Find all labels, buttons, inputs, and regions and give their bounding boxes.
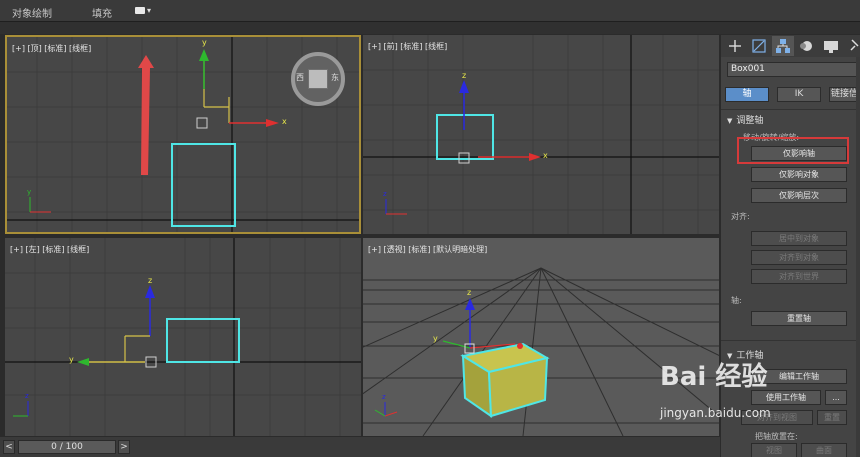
menu-object-paint[interactable]: 对象绘制: [12, 5, 52, 20]
menu-fill[interactable]: 填充: [92, 5, 112, 20]
reset-pivot-button[interactable]: 重置轴: [751, 311, 847, 326]
divider: [721, 340, 860, 341]
z-axis-label-left: z: [148, 276, 153, 285]
mini-y-label: y: [27, 188, 32, 196]
affect-object-only-button[interactable]: 仅影响对象: [751, 167, 847, 182]
x-axis-arrow: [266, 119, 279, 127]
collapse-triangle-icon: ▼: [727, 117, 733, 125]
ik-mode-button[interactable]: IK: [777, 87, 821, 102]
modify-icon[interactable]: [748, 36, 770, 56]
motion-icon[interactable]: [796, 36, 818, 56]
object-name-field[interactable]: Box001: [727, 62, 857, 77]
z-axis-label: z: [462, 71, 467, 80]
mini-z-label-left: z: [25, 392, 29, 400]
menu-bar: 对象绘制 填充 ▾: [0, 0, 860, 22]
viewcube-east[interactable]: 东: [331, 72, 339, 83]
box-perspective: [460, 342, 550, 418]
watermark-brand: Bai 经验: [660, 362, 768, 392]
viewport-left-canvas: [5, 238, 361, 436]
viewport-top[interactable]: [+] [顶] [标准] [线框] y x y 西 东: [5, 35, 361, 234]
adjust-pivot-rollout[interactable]: ▼ 调整轴: [727, 113, 763, 126]
viewport-left[interactable]: [+] [左] [标准] [线框] z y z: [5, 238, 361, 436]
y-axis-arrow: [199, 49, 209, 61]
command-panel-tabs: [721, 35, 860, 57]
align-group-label: 对齐:: [731, 212, 750, 221]
z-axis-label-persp: z: [467, 288, 472, 297]
y-axis-label-left: y: [69, 355, 74, 364]
watermark-url: jingyan.baidu.com: [660, 406, 771, 420]
adjust-pivot-title: 调整轴: [736, 116, 764, 126]
annotation-arrow: [138, 55, 154, 175]
fill-dropdown[interactable]: ▾: [135, 5, 155, 17]
viewport-front-canvas: [363, 35, 719, 234]
pivot-group-label: 轴:: [731, 296, 742, 305]
center-to-object-button[interactable]: 居中到对象: [751, 231, 847, 246]
align-to-object-button[interactable]: 对齐到对象: [751, 250, 847, 265]
utilities-icon[interactable]: [844, 36, 860, 56]
viewcube[interactable]: 西 东: [291, 52, 345, 106]
timeline-next-button[interactable]: >: [118, 440, 130, 454]
divider: [721, 109, 860, 110]
y-axis-label-persp: y: [433, 334, 438, 343]
x-axis-label-front: x: [543, 151, 548, 160]
affect-hierarchy-only-button[interactable]: 仅影响层次: [751, 188, 847, 203]
hierarchy-icon[interactable]: [772, 36, 794, 56]
mini-z-label-persp: z: [382, 393, 386, 401]
timeline-prev-button[interactable]: <: [3, 440, 15, 454]
viewport-perspective-label[interactable]: [+] [透视] [标准] [默认明暗处理]: [368, 244, 487, 255]
toolbar-strip: [0, 22, 860, 34]
box-top-view: [171, 143, 236, 227]
box-left-view: [166, 318, 240, 363]
display-icon[interactable]: [820, 36, 842, 56]
x-axis-arrow-front: [529, 153, 541, 161]
viewcube-west[interactable]: 西: [296, 72, 304, 83]
align-to-world-button[interactable]: 对齐到世界: [751, 269, 847, 284]
create-icon[interactable]: [724, 36, 746, 56]
swatch-icon: [135, 7, 145, 14]
baidu-watermark: Bai 经验 jingyan.baidu.com: [660, 356, 860, 456]
z-axis-arrow: [459, 80, 469, 93]
y-axis-label: y: [202, 38, 207, 47]
box-front-view: [436, 114, 494, 160]
viewport-left-label[interactable]: [+] [左] [标准] [线框]: [10, 244, 89, 255]
viewport-front[interactable]: [+] [前] [标准] [线框] z x z: [363, 35, 719, 234]
chevron-down-icon: ▾: [147, 6, 152, 15]
pivot-mode-button[interactable]: 轴: [725, 87, 769, 102]
timeline: < 0 / 100 >: [0, 437, 720, 457]
highlight-box: [737, 137, 849, 164]
viewport-front-label[interactable]: [+] [前] [标准] [线框]: [368, 41, 447, 52]
x-axis-label: x: [282, 117, 287, 126]
mini-z-label: z: [383, 190, 387, 198]
viewcube-face[interactable]: [308, 69, 328, 89]
timeline-slider[interactable]: 0 / 100: [18, 440, 116, 454]
viewport-top-label[interactable]: [+] [顶] [标准] [线框]: [12, 43, 91, 54]
y-axis-arrow-left: [77, 358, 89, 366]
z-axis-arrow-left: [145, 285, 155, 298]
